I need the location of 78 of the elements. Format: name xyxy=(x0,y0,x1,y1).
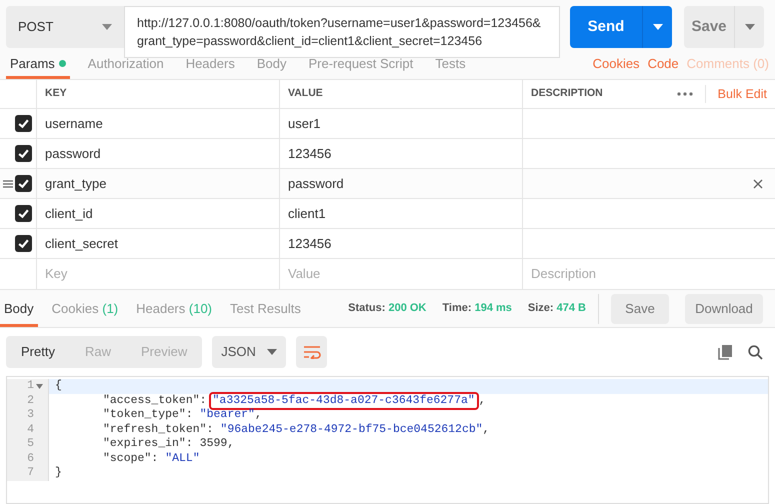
caret-icon xyxy=(267,349,278,355)
param-key[interactable]: client_id xyxy=(45,204,93,224)
param-value[interactable]: 123456 xyxy=(288,234,332,254)
line-number: 6 xyxy=(27,452,34,466)
request-tab[interactable]: Params xyxy=(6,54,70,79)
line-number: 5 xyxy=(27,437,34,452)
json-key: "refresh_token": xyxy=(103,422,214,437)
json-comma: , xyxy=(227,437,234,452)
json-brace: { xyxy=(55,379,62,394)
response-tab[interactable]: Headers (10) xyxy=(132,290,216,327)
url-field[interactable]: http://127.0.0.1:8080/oauth/token?username=user1&password=123456&grant_type=password&client_id=client1&client_secret=123456 xyxy=(124,6,560,58)
drag-handle-icon[interactable] xyxy=(3,180,13,188)
param-value[interactable]: 123456 xyxy=(288,144,332,164)
bulk-edit-link[interactable]: Bulk Edit xyxy=(704,84,767,104)
response-tab[interactable]: Body xyxy=(0,290,38,327)
request-link[interactable]: Code xyxy=(648,54,679,73)
request-link[interactable]: Cookies xyxy=(592,54,640,73)
json-value: "96abe245-e278-4972-bf75-bce0452612cb" xyxy=(220,422,483,437)
param-key[interactable]: username xyxy=(45,114,103,134)
json-comma: , xyxy=(482,422,490,437)
response-meta: Status: 200 OK xyxy=(348,301,426,316)
line-number: 1 xyxy=(27,379,34,394)
caret-icon xyxy=(102,24,112,30)
view-mode-tab[interactable]: Pretty xyxy=(6,336,70,368)
json-key: "token_type": xyxy=(103,408,193,422)
response-tab[interactable]: Test Results xyxy=(226,290,305,327)
json-comma: , xyxy=(478,394,486,408)
json-key: "expires_in": xyxy=(103,437,193,452)
param-value[interactable]: client1 xyxy=(288,204,326,224)
response-tab[interactable]: Cookies (1) xyxy=(48,290,122,327)
line-number: 7 xyxy=(27,466,34,480)
column-header: KEY xyxy=(37,80,280,108)
column-header: VALUE xyxy=(280,80,523,108)
response-meta: Time: 194 ms xyxy=(442,301,512,316)
value-input[interactable]: Value xyxy=(280,259,523,289)
json-key: "scope": xyxy=(103,452,158,466)
json-comma: , xyxy=(254,408,262,422)
caret-icon xyxy=(652,24,662,30)
line-number: 4 xyxy=(27,422,34,437)
search-icon[interactable] xyxy=(748,344,763,360)
response-button[interactable]: Download xyxy=(685,294,763,324)
param-value[interactable]: user1 xyxy=(288,114,321,134)
checkbox[interactable] xyxy=(15,175,32,192)
check-icon xyxy=(17,117,30,130)
json-brace: } xyxy=(55,466,62,480)
fold-caret-icon[interactable] xyxy=(36,384,43,389)
line-number: 2 xyxy=(27,394,34,408)
caret-icon xyxy=(744,24,754,30)
check-icon xyxy=(17,147,30,160)
line-number: 3 xyxy=(27,408,34,422)
param-value[interactable]: password xyxy=(288,174,344,194)
checkbox[interactable] xyxy=(15,235,32,252)
response-meta: Size: 474 B xyxy=(528,301,586,316)
checkbox[interactable] xyxy=(15,205,32,222)
checkbox[interactable] xyxy=(15,115,32,132)
wrap-button[interactable] xyxy=(296,336,328,368)
close-icon[interactable] xyxy=(753,178,763,188)
more-icon[interactable] xyxy=(676,92,693,96)
checkbox[interactable] xyxy=(15,145,32,162)
description-input[interactable]: Description xyxy=(523,259,775,289)
json-value: "a3325a58-5fac-43d8-a027-c3643fe6277a" xyxy=(210,394,477,408)
check-icon xyxy=(17,177,30,190)
check-icon xyxy=(17,207,30,220)
method-dropdown[interactable]: POST xyxy=(6,6,124,48)
check-icon xyxy=(17,237,30,250)
param-key[interactable]: password xyxy=(45,144,101,164)
json-key: "access_token": xyxy=(103,394,207,408)
param-key[interactable]: client_secret xyxy=(45,234,118,254)
wrap-lines-icon xyxy=(302,345,321,359)
json-value: "bearer" xyxy=(200,408,255,422)
json-value: 3599 xyxy=(200,437,228,452)
param-key[interactable]: grant_type xyxy=(45,174,106,194)
column-header: DESCRIPTION xyxy=(531,86,603,102)
copy-icon[interactable] xyxy=(718,344,732,360)
key-input[interactable]: Key xyxy=(37,259,280,289)
response-button[interactable]: Save xyxy=(611,294,669,324)
format-dropdown[interactable]: JSON xyxy=(212,336,286,368)
json-value: "ALL" xyxy=(165,452,200,466)
